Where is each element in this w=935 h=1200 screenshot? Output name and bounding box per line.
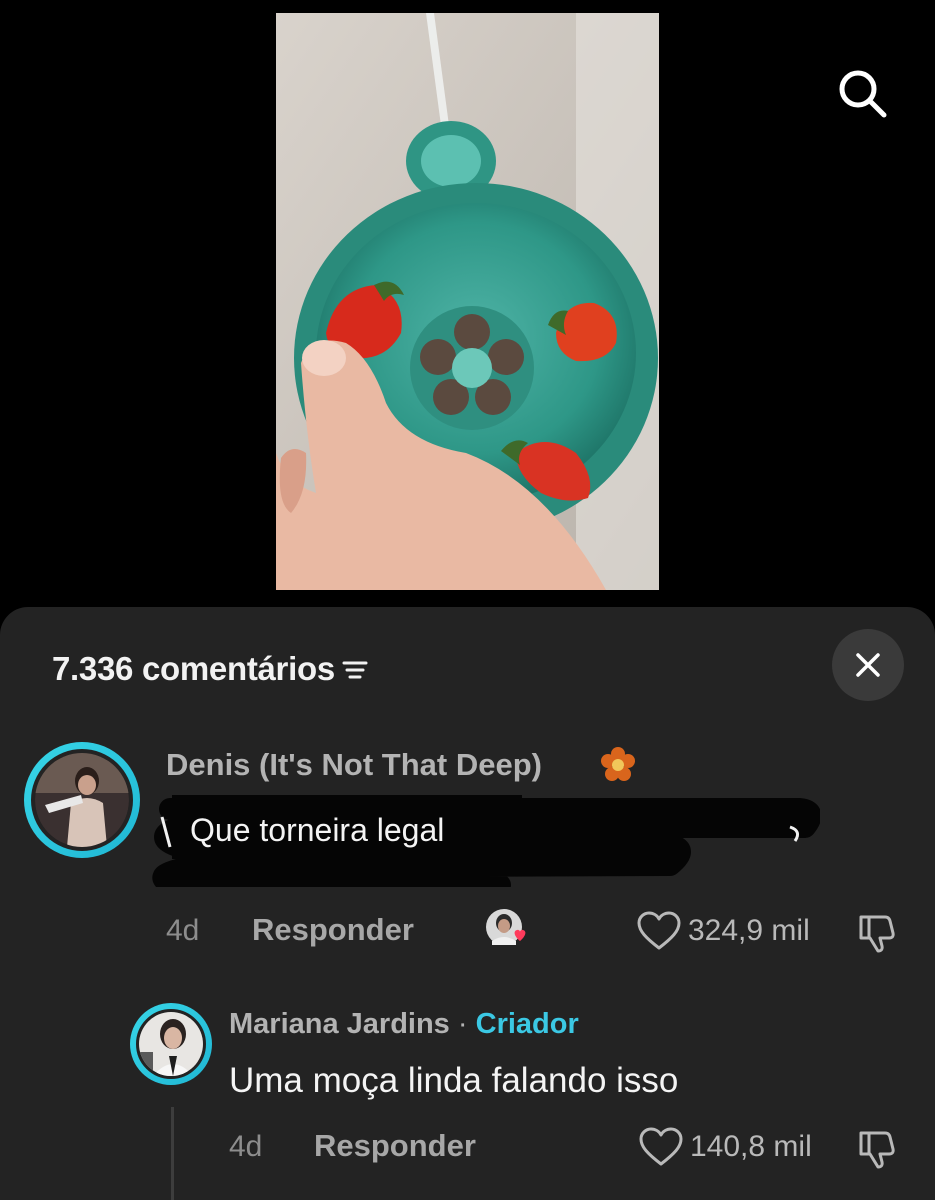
video-area[interactable]: [0, 0, 935, 615]
comments-header: 7.336 comentários: [52, 649, 369, 689]
reply-text: Uma moça linda falando isso: [229, 1061, 679, 1100]
reply-author[interactable]: Mariana Jardins: [229, 1008, 450, 1040]
thread-line: [171, 1107, 174, 1200]
comment-time: 4d: [166, 914, 200, 947]
video-thumbnail[interactable]: [276, 13, 659, 590]
like-button[interactable]: 140,8 mil: [638, 1127, 812, 1167]
like-count: 324,9 mil: [688, 914, 810, 947]
like-count: 140,8 mil: [690, 1130, 812, 1163]
heart-icon: [637, 911, 681, 950]
like-button[interactable]: 324,9 mil: [636, 911, 810, 951]
reply-button[interactable]: Responder: [314, 1128, 476, 1164]
creator-badge: Criador: [475, 1008, 579, 1040]
comment-avatar[interactable]: [24, 742, 140, 858]
separator-dot: ·: [457, 1008, 468, 1040]
reply-time: 4d: [229, 1130, 263, 1163]
dislike-icon[interactable]: [855, 911, 899, 955]
comment-text: Que torneira legal: [190, 812, 445, 848]
reply-avatar[interactable]: [130, 1003, 212, 1085]
creator-liked-indicator: [484, 905, 532, 953]
sort-icon[interactable]: [341, 655, 369, 683]
comment-count: 7.336 comentários: [52, 650, 335, 687]
close-icon: [856, 653, 880, 677]
comment-author[interactable]: Denis (It's Not That Deep): [166, 747, 542, 783]
dislike-icon[interactable]: [855, 1127, 899, 1171]
close-button[interactable]: [832, 629, 904, 701]
search-icon: [839, 70, 887, 118]
avatar: [136, 1009, 206, 1079]
avatar: [31, 749, 133, 851]
video-image: [276, 13, 659, 590]
reply-button[interactable]: Responder: [252, 912, 414, 948]
reply-header: Mariana Jardins · Criador: [229, 1008, 579, 1041]
comments-sheet: 7.336 comentários Denis (It's Not That D…: [0, 607, 935, 1200]
search-button[interactable]: [832, 63, 892, 123]
flower-icon: [601, 747, 635, 781]
heart-icon: [639, 1127, 683, 1166]
